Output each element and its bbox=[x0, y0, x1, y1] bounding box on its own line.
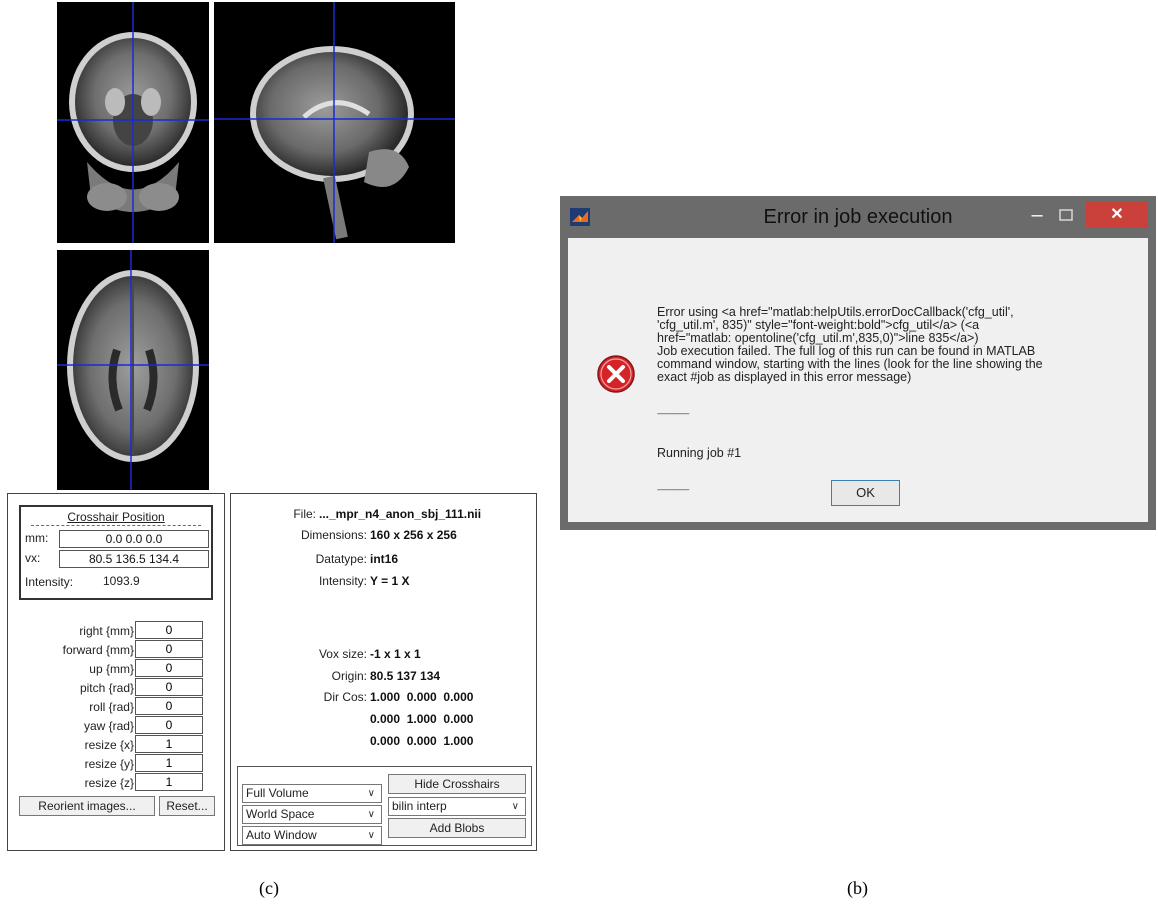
datatype-label: Datatype: bbox=[315, 552, 367, 566]
minimize-icon[interactable]: – bbox=[1026, 205, 1048, 226]
param-label-pitch: pitch {rad} bbox=[79, 681, 134, 695]
dircos-label: Dir Cos: bbox=[323, 690, 367, 704]
param-field-resize-y[interactable]: 1 bbox=[135, 754, 203, 772]
image-info-panel: File: ..._mpr_n4_anon_sbj_111.nii Dimens… bbox=[230, 493, 537, 851]
crosshair-position-title: Crosshair Position bbox=[21, 510, 211, 526]
space-select-value: World Space bbox=[246, 807, 315, 821]
param-field-right[interactable]: 0 bbox=[135, 621, 203, 639]
param-label-yaw: yaw {rad} bbox=[83, 719, 134, 733]
vx-field[interactable]: 80.5 136.5 134.4 bbox=[59, 550, 209, 568]
volume-select-value: Full Volume bbox=[246, 786, 309, 800]
param-label-right: right {mm} bbox=[79, 624, 134, 638]
voxsize-value: -1 x 1 x 1 bbox=[370, 647, 421, 661]
maximize-icon[interactable] bbox=[1055, 206, 1077, 226]
param-label-up: up {mm} bbox=[89, 662, 134, 676]
voxsize-label: Vox size: bbox=[318, 647, 367, 661]
error-icon bbox=[597, 355, 635, 393]
coronal-slice-view[interactable] bbox=[57, 2, 209, 243]
crosshair-position-box: Crosshair Position mm: 0.0 0.0 0.0 vx: 8… bbox=[19, 505, 213, 600]
param-label-resize-z: resize {z} bbox=[84, 776, 134, 790]
chevron-down-icon: ∨ bbox=[367, 788, 375, 799]
intensity-label: Intensity: bbox=[25, 575, 74, 589]
origin-label: Origin: bbox=[331, 669, 367, 683]
error-message-text: Error using <a href="matlab:helpUtils.er… bbox=[657, 305, 1043, 384]
reorient-panel: Crosshair Position mm: 0.0 0.0 0.0 vx: 8… bbox=[7, 493, 225, 851]
space-select[interactable]: World Space ∨ bbox=[242, 805, 382, 824]
dircos-row-1: 1.000 0.000 0.000 bbox=[370, 690, 474, 704]
caption-c: (c) bbox=[259, 878, 279, 898]
display-options-box: Full Volume ∨ World Space ∨ Auto Window … bbox=[237, 766, 532, 846]
dimensions-label: Dimensions: bbox=[300, 528, 367, 542]
window-select[interactable]: Auto Window ∨ bbox=[242, 826, 382, 845]
param-field-pitch[interactable]: 0 bbox=[135, 678, 203, 696]
running-job-text: Running job #1 bbox=[657, 446, 742, 460]
close-icon[interactable]: ✕ bbox=[1086, 202, 1148, 228]
axial-slice-view[interactable] bbox=[57, 250, 209, 490]
info-intensity-label: Intensity: bbox=[318, 574, 367, 588]
chevron-down-icon: ∨ bbox=[367, 830, 375, 841]
origin-value: 80.5 137 134 bbox=[370, 669, 441, 683]
interpolation-select-value: bilin interp bbox=[392, 799, 447, 813]
param-field-resize-z[interactable]: 1 bbox=[135, 773, 203, 791]
coronal-slice-image bbox=[57, 2, 209, 243]
file-label: File: bbox=[293, 507, 316, 521]
window-select-value: Auto Window bbox=[246, 828, 317, 842]
info-intensity-value: Y = 1 X bbox=[370, 574, 410, 588]
ok-button[interactable]: OK bbox=[831, 480, 900, 506]
chevron-down-icon: ∨ bbox=[367, 809, 375, 820]
hide-crosshairs-button[interactable]: Hide Crosshairs bbox=[388, 774, 526, 794]
mm-label: mm: bbox=[25, 531, 49, 545]
dialog-titlebar[interactable]: Error in job execution – ✕ bbox=[560, 196, 1156, 238]
vx-label: vx: bbox=[25, 551, 41, 565]
param-label-resize-x: resize {x} bbox=[84, 738, 134, 752]
chevron-down-icon: ∨ bbox=[511, 801, 519, 812]
param-label-forward: forward {mm} bbox=[62, 643, 134, 657]
param-field-up[interactable]: 0 bbox=[135, 659, 203, 677]
param-label-roll: roll {rad} bbox=[89, 700, 134, 714]
mm-field[interactable]: 0.0 0.0 0.0 bbox=[59, 530, 209, 548]
dialog-body: Error using <a href="matlab:helpUtils.er… bbox=[568, 238, 1148, 522]
param-label-resize-y: resize {y} bbox=[84, 757, 134, 771]
error-dialog: Error in job execution – ✕ Error using <… bbox=[560, 196, 1156, 530]
file-value: ..._mpr_n4_anon_sbj_111.nii bbox=[319, 507, 482, 521]
dimensions-value: 160 x 256 x 256 bbox=[370, 528, 457, 542]
sagittal-slice-view[interactable] bbox=[214, 2, 455, 243]
intensity-value: 1093.9 bbox=[103, 574, 140, 588]
reset-button[interactable]: Reset... bbox=[159, 796, 215, 816]
datatype-value: int16 bbox=[370, 552, 399, 566]
dircos-row-2: 0.000 1.000 0.000 bbox=[370, 712, 474, 726]
axial-slice-image bbox=[57, 250, 209, 490]
param-field-roll[interactable]: 0 bbox=[135, 697, 203, 715]
reorient-images-button[interactable]: Reorient images... bbox=[19, 796, 155, 816]
dircos-row-3: 0.000 0.000 1.000 bbox=[370, 734, 474, 748]
caption-b: (b) bbox=[847, 878, 868, 898]
interpolation-select[interactable]: bilin interp ∨ bbox=[388, 797, 526, 816]
sagittal-slice-image bbox=[214, 2, 455, 243]
param-field-resize-x[interactable]: 1 bbox=[135, 735, 203, 753]
volume-select[interactable]: Full Volume ∨ bbox=[242, 784, 382, 803]
message-separator: ------------------- bbox=[657, 409, 690, 418]
add-blobs-button[interactable]: Add Blobs bbox=[388, 818, 526, 838]
param-field-forward[interactable]: 0 bbox=[135, 640, 203, 658]
param-field-yaw[interactable]: 0 bbox=[135, 716, 203, 734]
